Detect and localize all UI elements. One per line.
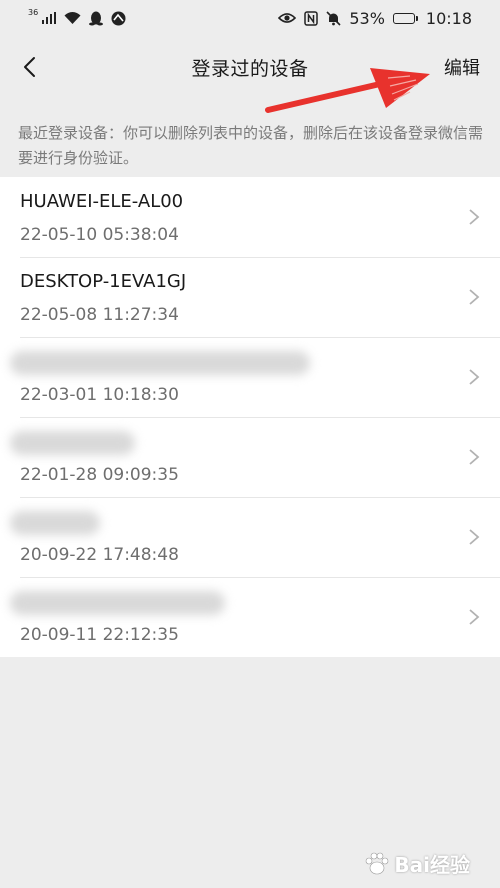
device-name: DESKTOP-1EVA1GJ (20, 271, 187, 292)
status-bar: 36 53% 10:18 (0, 0, 500, 36)
device-name: HUAWEI-ELE-AL00 (20, 191, 184, 212)
network-type: 36 (28, 7, 39, 17)
eye-icon (278, 13, 297, 23)
device-login-time: 22-03-01 10:18:30 (20, 385, 179, 405)
device-row[interactable]: 22-03-01 10:18:30 (0, 337, 500, 417)
annotation-arrow (265, 68, 430, 113)
chevron-right-icon (469, 369, 480, 385)
qq-penguin-icon (89, 11, 104, 25)
device-row[interactable]: 20-09-11 22:12:35 (0, 577, 500, 657)
clock: 10:18 (425, 8, 472, 28)
chevron-right-icon (469, 449, 480, 465)
watermark-text: Bai经验 (394, 853, 470, 877)
device-row[interactable]: 22-01-28 09:09:35 (0, 417, 500, 497)
device-list: HUAWEI-ELE-AL00 22-05-10 05:38:04 DESKTO… (0, 177, 500, 657)
chevron-right-icon (469, 609, 480, 625)
app-notification-icon (111, 11, 126, 25)
chevron-left-icon (24, 57, 35, 77)
signal-icon (42, 12, 57, 24)
wifi-icon (64, 11, 81, 24)
nfc-icon (304, 10, 319, 26)
device-row[interactable]: 20-09-22 17:48:48 (0, 497, 500, 577)
edit-button[interactable]: 编辑 (444, 54, 480, 80)
device-login-time: 20-09-22 17:48:48 (20, 545, 179, 565)
chevron-right-icon (469, 209, 480, 225)
back-button[interactable] (14, 50, 44, 84)
blurred-device-name (10, 511, 100, 535)
battery-icon (392, 12, 418, 24)
device-login-time: 20-09-11 22:12:35 (20, 625, 179, 645)
blurred-device-name (10, 591, 225, 615)
device-row[interactable]: HUAWEI-ELE-AL00 22-05-10 05:38:04 (0, 177, 500, 257)
device-login-time: 22-01-28 09:09:35 (20, 465, 179, 485)
mute-bell-icon (326, 10, 341, 26)
chevron-right-icon (469, 529, 480, 545)
status-left: 36 (28, 7, 126, 26)
baidu-paw-icon (366, 852, 389, 874)
battery-percent: 53% (349, 8, 385, 28)
device-row[interactable]: DESKTOP-1EVA1GJ 22-05-08 11:27:34 (0, 257, 500, 337)
status-right: 53% 10:18 (278, 9, 472, 28)
device-login-time: 22-05-08 11:27:34 (20, 305, 179, 325)
device-login-time: 22-05-10 05:38:04 (20, 225, 179, 245)
chevron-right-icon (469, 289, 480, 305)
intro-description: 最近登录设备：你可以删除列表中的设备，删除后在该设备登录微信需要进行身份验证。 (18, 124, 484, 167)
blurred-device-name (10, 431, 135, 455)
blurred-device-name (10, 351, 310, 375)
baidu-jingyan-watermark: Bai经验 (364, 849, 470, 878)
